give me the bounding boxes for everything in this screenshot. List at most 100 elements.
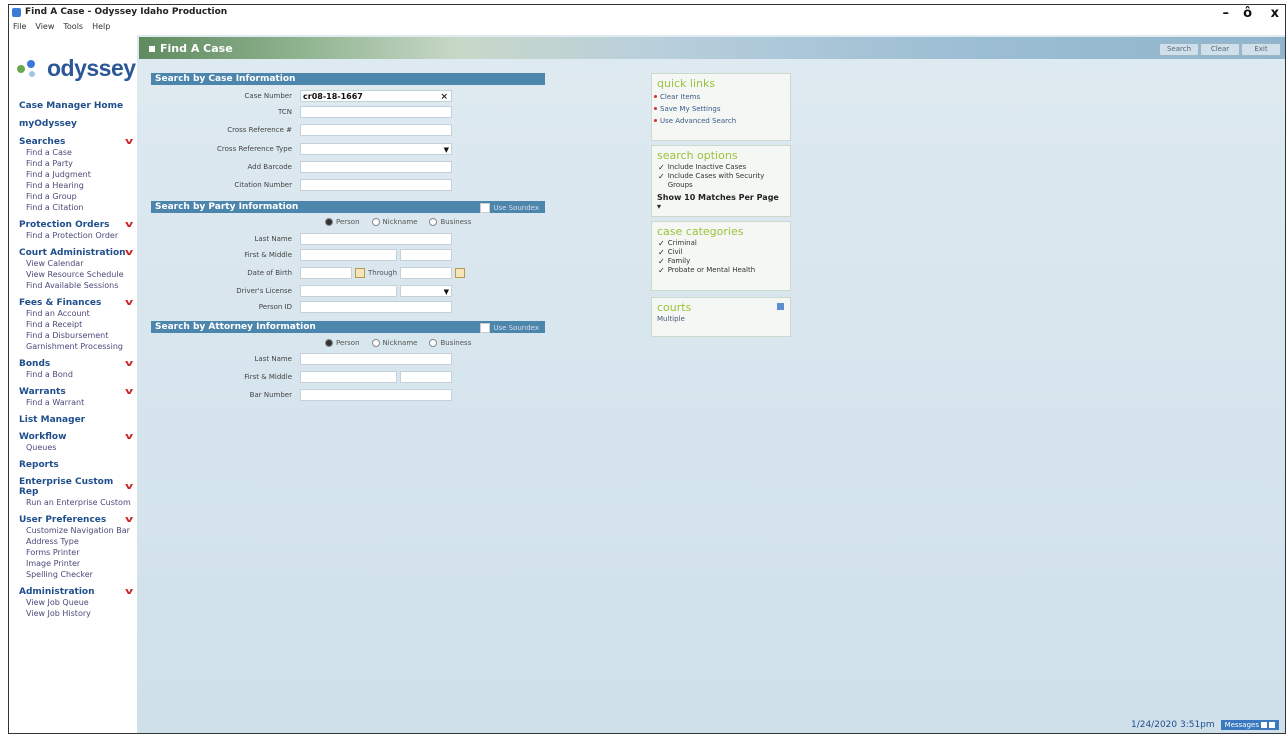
quick-links-panel: quick links Clear Items Save My Settings… <box>651 73 791 141</box>
nav-item[interactable]: View Job Queue <box>19 597 137 608</box>
nav-item[interactable]: Find a Protection Order <box>19 230 137 241</box>
nav-group-header[interactable]: Workflow v <box>19 432 137 442</box>
close-button[interactable]: x <box>1271 6 1279 21</box>
party-nickname-radio[interactable] <box>371 218 380 226</box>
messages-button[interactable]: Messages <box>1220 720 1279 730</box>
party-first-name-input[interactable] <box>300 249 397 261</box>
exit-button[interactable]: Exit <box>1241 43 1281 56</box>
nav-item[interactable]: Find a Receipt <box>19 319 137 330</box>
nav-item[interactable]: Find an Account <box>19 308 137 319</box>
nav-item[interactable]: Find a Case <box>19 147 137 158</box>
nav-item[interactable]: Run an Enterprise Custom <box>19 497 137 508</box>
drivers-license-input[interactable] <box>300 285 397 297</box>
calendar-icon[interactable] <box>355 268 365 278</box>
attorney-middle-name-input[interactable] <box>400 371 452 383</box>
citation-number-input[interactable] <box>300 179 452 191</box>
nav-item[interactable]: Customize Navigation Bar <box>19 525 137 536</box>
maximize-button[interactable]: ô <box>1243 6 1252 21</box>
menu-tools[interactable]: Tools <box>63 22 83 34</box>
nav-item[interactable]: Find a Party <box>19 158 137 169</box>
party-soundex-option[interactable]: Use Soundex <box>480 202 539 214</box>
dob-to-input[interactable] <box>400 267 452 279</box>
add-barcode-input[interactable] <box>300 161 452 173</box>
nav-item[interactable]: Find a Disbursement <box>19 330 137 341</box>
party-business-radio[interactable] <box>429 218 438 226</box>
nav-group-header[interactable]: List Manager <box>19 415 137 425</box>
menu-file[interactable]: File <box>13 22 26 34</box>
nav-group-header[interactable]: Bonds v <box>19 359 137 369</box>
nav-item[interactable]: Find a Judgment <box>19 169 137 180</box>
nav-item[interactable]: Find a Citation <box>19 202 137 213</box>
clear-field-icon[interactable]: × <box>440 91 448 103</box>
attorney-info-section-header: Search by Attorney Information Use Sound… <box>151 321 545 333</box>
nav-item[interactable]: Find a Warrant <box>19 397 137 408</box>
criminal-checkbox[interactable]: ✓ Criminal <box>652 239 790 248</box>
menu-help[interactable]: Help <box>92 22 110 34</box>
search-button[interactable]: Search <box>1159 43 1199 56</box>
bar-number-input[interactable] <box>300 389 452 401</box>
nav-group-header[interactable]: Enterprise Custom Rep v <box>19 477 137 497</box>
cross-reference-type-select[interactable]: ▼ <box>300 143 452 155</box>
calendar-icon[interactable] <box>455 268 465 278</box>
probate-checkbox[interactable]: ✓ Probate or Mental Health <box>652 266 790 275</box>
matches-per-page-select[interactable]: Show 10 Matches Per Page ▾ <box>652 190 790 214</box>
nav-item[interactable]: Find a Hearing <box>19 180 137 191</box>
menu-view[interactable]: View <box>35 22 54 34</box>
nav-group-header[interactable]: Searches v <box>19 137 137 147</box>
party-soundex-checkbox[interactable] <box>480 203 491 213</box>
nav-group-header[interactable]: Protection Orders v <box>19 220 137 230</box>
minimize-button[interactable]: – <box>1223 6 1230 21</box>
nav-group-header[interactable]: Court Administration v <box>19 248 137 258</box>
attorney-nickname-radio[interactable] <box>371 339 380 347</box>
family-checkbox[interactable]: ✓ Family <box>652 257 790 266</box>
edit-courts-icon[interactable] <box>777 303 784 310</box>
nav-link-1[interactable]: myOdyssey <box>19 119 137 129</box>
nav-group: User Preferences v Customize Navigation Ba… <box>19 515 137 580</box>
tcn-input[interactable] <box>300 106 452 118</box>
citation-number-label: Citation Number <box>234 181 292 189</box>
civil-checkbox[interactable]: ✓ Civil <box>652 248 790 257</box>
attorney-soundex-checkbox[interactable] <box>480 323 491 333</box>
nav-group-header[interactable]: User Preferences v <box>19 515 137 525</box>
include-inactive-checkbox[interactable]: ✓ Include Inactive Cases <box>652 163 790 172</box>
nav-group-header[interactable]: Fees & Finances v <box>19 298 137 308</box>
nav-item[interactable]: Garnishment Processing <box>19 341 137 352</box>
nav-link-0[interactable]: Case Manager Home <box>19 101 137 111</box>
party-middle-name-input[interactable] <box>400 249 452 261</box>
include-security-checkbox[interactable]: ✓ Include Cases with Security Groups <box>652 172 790 190</box>
nav-item[interactable]: Find a Bond <box>19 369 137 380</box>
case-number-input[interactable]: cr08-18-1667 × <box>300 90 452 102</box>
attorney-soundex-option[interactable]: Use Soundex <box>480 322 539 334</box>
nav-group-header[interactable]: Warrants v <box>19 387 137 397</box>
party-last-name-input[interactable] <box>300 233 452 245</box>
advanced-search-link[interactable]: Use Advanced Search <box>652 115 790 127</box>
page-title-text: Find A Case <box>160 42 233 55</box>
attorney-person-radio[interactable] <box>325 339 333 347</box>
nav-item[interactable]: View Resource Schedule <box>19 269 137 280</box>
attorney-first-name-input[interactable] <box>300 371 397 383</box>
nav-group-header[interactable]: Reports <box>19 460 137 470</box>
clear-button[interactable]: Clear <box>1200 43 1240 56</box>
message-icon <box>1269 722 1275 728</box>
nav-item[interactable]: Forms Printer <box>19 547 137 558</box>
nav-item[interactable]: Find Available Sessions <box>19 280 137 291</box>
party-person-radio[interactable] <box>325 218 333 226</box>
nav-item[interactable]: Queues <box>19 442 137 453</box>
attorney-business-radio[interactable] <box>429 339 438 347</box>
save-settings-link[interactable]: Save My Settings <box>652 103 790 115</box>
license-state-select[interactable]: ▼ <box>400 285 452 297</box>
nav-group-header[interactable]: Administration v <box>19 587 137 597</box>
dob-from-input[interactable] <box>300 267 352 279</box>
person-id-input[interactable] <box>300 301 452 313</box>
nav-item[interactable]: View Job History <box>19 608 137 619</box>
nav-item[interactable]: Find a Group <box>19 191 137 202</box>
nav-item[interactable]: Spelling Checker <box>19 569 137 580</box>
nav-group: Searches v Find a Case Find a Party Find a J… <box>19 137 137 213</box>
nav-item[interactable]: Image Printer <box>19 558 137 569</box>
attorney-last-name-input[interactable] <box>300 353 452 365</box>
nav-item[interactable]: View Calendar <box>19 258 137 269</box>
nav-item[interactable]: Address Type <box>19 536 137 547</box>
checkmark-icon: ✓ <box>658 163 665 172</box>
clear-items-link[interactable]: Clear Items <box>652 91 790 103</box>
cross-reference-input[interactable] <box>300 124 452 136</box>
